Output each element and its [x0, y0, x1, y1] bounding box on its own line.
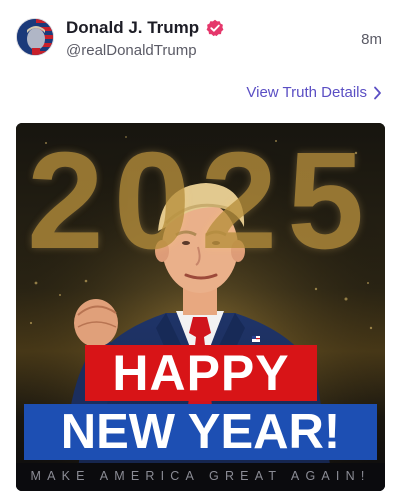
avatar[interactable] — [16, 18, 54, 56]
happy-banner: HAPPY — [85, 345, 317, 401]
display-name[interactable]: Donald J. Trump — [66, 17, 199, 39]
user-handle[interactable]: @realDonaldTrump — [66, 42, 197, 60]
view-truth-details-label: View Truth Details — [246, 84, 367, 101]
verified-badge-icon — [206, 19, 224, 37]
view-truth-details-link[interactable]: View Truth Details — [246, 84, 382, 102]
avatar-image — [17, 19, 53, 55]
post-image[interactable]: 2025 HAPPY NEW YEAR! MAKE AMERICA GREAT … — [16, 123, 385, 491]
year-graphic-text: 2025 — [27, 124, 374, 278]
new-year-banner: NEW YEAR! — [24, 404, 377, 460]
post-timestamp: 8m — [361, 31, 382, 48]
tagline-text: MAKE AMERICA GREAT AGAIN! — [30, 469, 371, 483]
happy-text: HAPPY — [112, 345, 290, 401]
new-year-text: NEW YEAR! — [60, 405, 341, 459]
post-header: Donald J. Trump @realDonaldTrump 8m — [0, 0, 400, 80]
chevron-right-icon — [374, 86, 381, 100]
